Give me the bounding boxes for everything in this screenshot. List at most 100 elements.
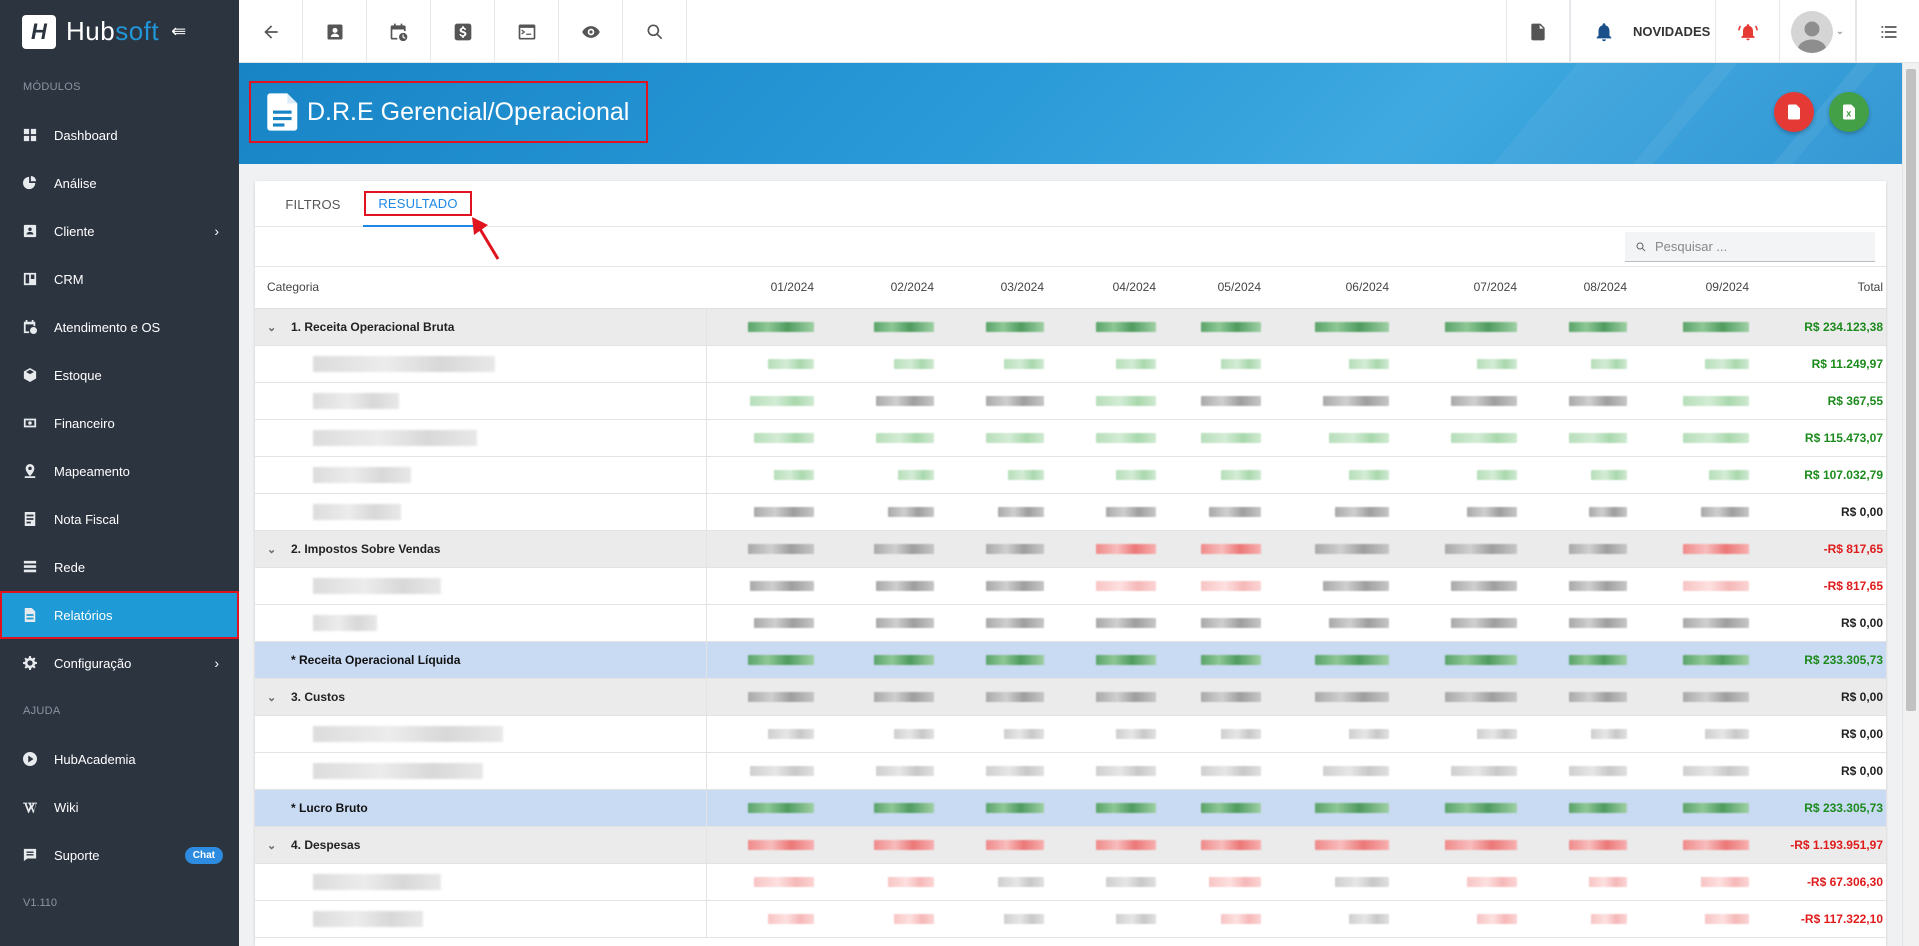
category-label: * Receita Operacional Líquida bbox=[291, 652, 461, 667]
month-value-cell bbox=[1639, 419, 1761, 457]
page-scrollbar[interactable] bbox=[1902, 63, 1919, 946]
month-value-cell bbox=[1529, 900, 1639, 938]
chevron-down-icon[interactable]: ⌄ bbox=[267, 543, 279, 556]
category-cell bbox=[255, 567, 707, 605]
calendar-clock-icon[interactable] bbox=[367, 0, 431, 63]
redacted-value bbox=[1591, 729, 1627, 740]
redacted-value bbox=[1096, 692, 1156, 703]
tab-bar: FILTROS RESULTADO bbox=[255, 181, 1886, 227]
export-excel-button[interactable] bbox=[1829, 92, 1869, 132]
money-icon bbox=[23, 416, 37, 430]
contact-card-icon[interactable] bbox=[303, 0, 367, 63]
sidebar-item-atendimento-e-os[interactable]: Atendimento e OS bbox=[0, 303, 239, 351]
redacted-value bbox=[1323, 766, 1389, 777]
sidebar-item-rede[interactable]: Rede bbox=[0, 543, 239, 591]
month-value-cell bbox=[1168, 678, 1273, 716]
sidebar-item-financeiro[interactable]: Financeiro bbox=[0, 399, 239, 447]
redacted-value bbox=[768, 359, 814, 370]
chat-badge[interactable]: Chat bbox=[184, 846, 223, 864]
sidebar-item-estoque[interactable]: Estoque bbox=[0, 351, 239, 399]
group-row[interactable]: ⌄ 4. Despesas -R$ 1.193.951,97 bbox=[255, 826, 1886, 864]
chevron-down-icon[interactable]: ⌄ bbox=[267, 321, 279, 334]
month-value-cell bbox=[1273, 641, 1401, 679]
month-value-cell bbox=[1168, 863, 1273, 901]
user-avatar-menu[interactable]: ⌄ bbox=[1780, 0, 1856, 63]
category-cell: ⌄ 4. Despesas bbox=[255, 826, 707, 864]
month-value-cell bbox=[1401, 493, 1529, 531]
collapse-sidebar-icon[interactable]: ⇚ bbox=[171, 21, 186, 42]
back-arrow-icon[interactable] bbox=[239, 0, 303, 63]
sidebar-item-label: Financeiro bbox=[54, 415, 115, 431]
month-value-cell bbox=[706, 567, 826, 605]
search-box[interactable] bbox=[1625, 232, 1875, 262]
eye-icon[interactable] bbox=[559, 0, 623, 63]
redacted-value bbox=[1315, 840, 1389, 851]
redacted-value bbox=[750, 396, 814, 407]
sidebar-item-suporte[interactable]: Suporte Chat bbox=[0, 831, 239, 879]
alarm-bell-icon[interactable] bbox=[1716, 0, 1780, 63]
chevron-down-icon[interactable]: ⌄ bbox=[267, 691, 279, 704]
sidebar-item-relatorios[interactable]: Relatórios bbox=[0, 591, 239, 639]
chevron-down-icon[interactable]: ⌄ bbox=[267, 839, 279, 852]
redacted-value bbox=[1569, 396, 1627, 407]
month-value-cell bbox=[1639, 826, 1761, 864]
redacted-value bbox=[874, 692, 934, 703]
total-cell: R$ 233.305,73 bbox=[1761, 789, 1886, 827]
redacted-value bbox=[1445, 322, 1517, 333]
sidebar-item-mapeamento[interactable]: Mapeamento bbox=[0, 447, 239, 495]
search-icon[interactable] bbox=[623, 0, 687, 63]
month-value-cell bbox=[1168, 826, 1273, 864]
month-value-cell bbox=[946, 382, 1056, 420]
sidebar-item-configuracao[interactable]: Configuração › bbox=[0, 639, 239, 687]
invoice-icon bbox=[23, 512, 37, 526]
redacted-value bbox=[1315, 322, 1389, 333]
month-value-cell bbox=[1168, 752, 1273, 790]
month-value-cell bbox=[1529, 789, 1639, 827]
group-row[interactable]: ⌄ 3. Custos R$ 0,00 bbox=[255, 678, 1886, 716]
month-value-cell bbox=[1401, 456, 1529, 494]
table-row: -R$ 117.322,10 bbox=[255, 900, 1886, 938]
sidebar-item-analise[interactable]: Análise bbox=[0, 159, 239, 207]
month-value-cell bbox=[826, 419, 946, 457]
sidebar-item-crm[interactable]: CRM bbox=[0, 255, 239, 303]
table-row: R$ 0,00 bbox=[255, 715, 1886, 753]
scrollbar-thumb[interactable] bbox=[1906, 69, 1916, 711]
export-pdf-button[interactable] bbox=[1774, 92, 1814, 132]
sidebar-item-cliente[interactable]: Cliente › bbox=[0, 207, 239, 255]
sidebar-item-wiki[interactable]: Wiki bbox=[0, 783, 239, 831]
sidebar-item-label: Atendimento e OS bbox=[54, 319, 161, 335]
pdf-file-icon[interactable] bbox=[1506, 0, 1570, 63]
tab-resultado[interactable]: RESULTADO bbox=[363, 181, 473, 227]
month-value-cell bbox=[1273, 382, 1401, 420]
month-value-cell bbox=[706, 789, 826, 827]
redacted-value bbox=[1315, 803, 1389, 814]
redacted-value bbox=[1201, 692, 1261, 703]
redacted-value bbox=[1329, 618, 1389, 629]
redacted-value bbox=[1701, 877, 1749, 888]
redacted-value bbox=[754, 618, 814, 629]
month-value-cell bbox=[826, 678, 946, 716]
search-input[interactable] bbox=[1655, 239, 1855, 254]
list-menu-icon[interactable] bbox=[1856, 0, 1919, 63]
group-row[interactable]: ⌄ 2. Impostos Sobre Vendas -R$ 817,65 bbox=[255, 530, 1886, 568]
table-row: R$ 11.249,97 bbox=[255, 345, 1886, 383]
terminal-icon[interactable] bbox=[495, 0, 559, 63]
dollar-icon[interactable] bbox=[431, 0, 495, 63]
month-value-cell bbox=[1529, 530, 1639, 568]
redacted-category-name bbox=[313, 392, 399, 409]
redacted-value bbox=[1096, 581, 1156, 592]
month-value-cell bbox=[1056, 826, 1168, 864]
tab-filtros[interactable]: FILTROS bbox=[283, 181, 343, 227]
sidebar-item-dashboard[interactable]: Dashboard bbox=[0, 111, 239, 159]
month-value-cell bbox=[826, 752, 946, 790]
redacted-value bbox=[986, 544, 1044, 555]
month-value-cell bbox=[826, 900, 946, 938]
chevron-right-icon: › bbox=[214, 655, 219, 671]
month-value-cell bbox=[826, 715, 946, 753]
sidebar-item-hubacademia[interactable]: HubAcademia bbox=[0, 735, 239, 783]
month-value-cell bbox=[1529, 567, 1639, 605]
group-row[interactable]: ⌄ 1. Receita Operacional Bruta R$ 234.123,… bbox=[255, 308, 1886, 346]
table-row: R$ 0,00 bbox=[255, 493, 1886, 531]
sidebar-item-nota-fiscal[interactable]: Nota Fiscal bbox=[0, 495, 239, 543]
novidades-button[interactable]: NOVIDADES bbox=[1570, 0, 1716, 63]
